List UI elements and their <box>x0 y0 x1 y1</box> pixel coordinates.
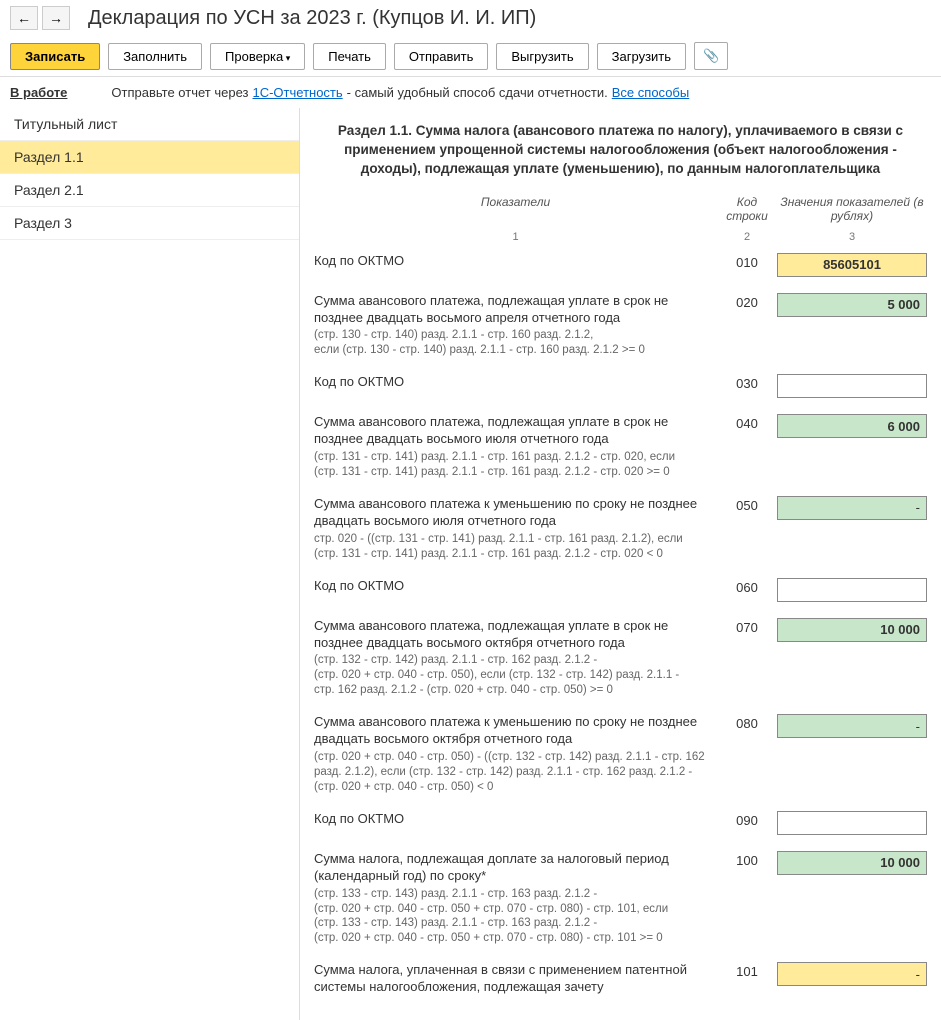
value-input[interactable]: - <box>777 496 927 520</box>
form-row: Код по ОКТМО01085605101 <box>314 253 927 277</box>
col-sub-2: 2 <box>717 231 777 243</box>
row-code: 010 <box>717 253 777 270</box>
row-formula: (стр. 130 - стр. 140) разд. 2.1.1 - стр.… <box>314 328 707 358</box>
attach-button[interactable]: 📎 <box>694 42 728 70</box>
row-label: Сумма авансового платежа, подлежащая упл… <box>314 414 717 480</box>
row-code: 030 <box>717 374 777 391</box>
save-button[interactable]: Записать <box>10 43 100 70</box>
row-formula: (стр. 132 - стр. 142) разд. 2.1.1 - стр.… <box>314 653 707 698</box>
col-sub-1: 1 <box>314 231 717 243</box>
reporting-link[interactable]: 1С-Отчетность <box>252 85 342 100</box>
row-code: 070 <box>717 618 777 635</box>
nav-back-button[interactable]: ← <box>10 6 38 30</box>
row-formula: (стр. 133 - стр. 143) разд. 2.1.1 - стр.… <box>314 887 707 947</box>
value-input[interactable]: - <box>777 714 927 738</box>
content-panel: Раздел 1.1. Сумма налога (авансового пла… <box>300 108 941 1020</box>
row-label: Сумма налога, подлежащая доплате за нало… <box>314 851 717 947</box>
value-input[interactable]: 6 000 <box>777 414 927 438</box>
row-label: Сумма авансового платежа к уменьшению по… <box>314 714 717 795</box>
col-header-code: Код строки <box>717 195 777 223</box>
value-input[interactable] <box>777 811 927 835</box>
print-button[interactable]: Печать <box>313 43 386 70</box>
check-button[interactable]: Проверка <box>210 43 305 70</box>
row-label: Код по ОКТМО <box>314 811 717 828</box>
col-sub-3: 3 <box>777 231 927 243</box>
info-text-2: - самый удобный способ сдачи отчетности. <box>347 85 608 100</box>
row-label: Сумма авансового платежа, подлежащая упл… <box>314 618 717 699</box>
row-label: Сумма авансового платежа, подлежащая упл… <box>314 293 717 359</box>
section-title: Раздел 1.1. Сумма налога (авансового пла… <box>334 122 907 179</box>
value-input[interactable]: 10 000 <box>777 618 927 642</box>
sidebar: Титульный лист Раздел 1.1 Раздел 2.1 Раз… <box>0 108 300 1020</box>
row-label: Сумма авансового платежа к уменьшению по… <box>314 496 717 562</box>
row-code: 040 <box>717 414 777 431</box>
row-code: 060 <box>717 578 777 595</box>
value-input[interactable]: 5 000 <box>777 293 927 317</box>
sidebar-item-section-2-1[interactable]: Раздел 2.1 <box>0 174 299 207</box>
row-label: Код по ОКТМО <box>314 253 717 270</box>
paperclip-icon: 📎 <box>703 48 719 63</box>
fill-button[interactable]: Заполнить <box>108 43 202 70</box>
form-row: Сумма налога, подлежащая доплате за нало… <box>314 851 927 947</box>
form-row: Сумма авансового платежа, подлежащая упл… <box>314 293 927 359</box>
form-row: Сумма авансового платежа к уменьшению по… <box>314 496 927 562</box>
row-code: 050 <box>717 496 777 513</box>
send-button[interactable]: Отправить <box>394 43 488 70</box>
status-link[interactable]: В работе <box>10 85 67 100</box>
value-input[interactable] <box>777 578 927 602</box>
row-formula: (стр. 131 - стр. 141) разд. 2.1.1 - стр.… <box>314 450 707 480</box>
form-row: Сумма авансового платежа, подлежащая упл… <box>314 618 927 699</box>
col-header-values: Значения показателей (в рублях) <box>777 195 927 223</box>
info-text-1: Отправьте отчет через <box>111 85 248 100</box>
form-row: Код по ОКТМО030 <box>314 374 927 398</box>
value-input[interactable]: - <box>777 962 927 986</box>
form-row: Код по ОКТМО090 <box>314 811 927 835</box>
row-formula: (стр. 020 + стр. 040 - стр. 050) - ((стр… <box>314 750 707 795</box>
sidebar-item-section-3[interactable]: Раздел 3 <box>0 207 299 240</box>
form-row: Сумма авансового платежа к уменьшению по… <box>314 714 927 795</box>
row-label: Код по ОКТМО <box>314 578 717 595</box>
sidebar-item-title-page[interactable]: Титульный лист <box>0 108 299 141</box>
value-input[interactable] <box>777 374 927 398</box>
load-button[interactable]: Загрузить <box>597 43 686 70</box>
page-title: Декларация по УСН за 2023 г. (Купцов И. … <box>88 7 536 30</box>
all-methods-link[interactable]: Все способы <box>612 85 689 100</box>
row-code: 101 <box>717 962 777 979</box>
row-label: Сумма налога, уплаченная в связи с приме… <box>314 962 717 996</box>
form-row: Сумма налога, уплаченная в связи с приме… <box>314 962 927 996</box>
col-header-indicators: Показатели <box>314 195 717 209</box>
row-code: 090 <box>717 811 777 828</box>
row-label: Код по ОКТМО <box>314 374 717 391</box>
row-formula: стр. 020 - ((стр. 131 - стр. 141) разд. … <box>314 532 707 562</box>
row-code: 100 <box>717 851 777 868</box>
row-code: 020 <box>717 293 777 310</box>
row-code: 080 <box>717 714 777 731</box>
sidebar-item-section-1-1[interactable]: Раздел 1.1 <box>0 141 299 174</box>
nav-forward-button[interactable]: → <box>42 6 70 30</box>
value-input[interactable]: 10 000 <box>777 851 927 875</box>
form-row: Код по ОКТМО060 <box>314 578 927 602</box>
value-input[interactable]: 85605101 <box>777 253 927 277</box>
form-row: Сумма авансового платежа, подлежащая упл… <box>314 414 927 480</box>
upload-button[interactable]: Выгрузить <box>496 43 588 70</box>
